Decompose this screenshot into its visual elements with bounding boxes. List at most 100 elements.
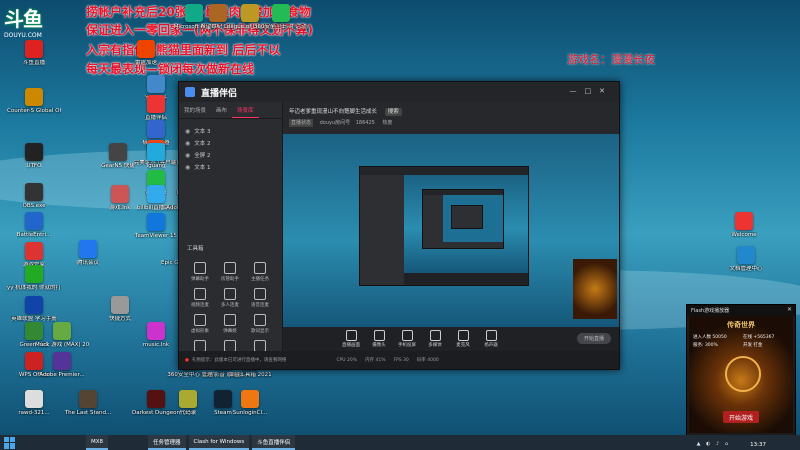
desktop-icon[interactable]: UTFO <box>6 143 62 187</box>
desktop-icon[interactable]: iguang <box>128 143 184 187</box>
flash-game-title: 传奇世界 <box>727 321 755 329</box>
taskbar-item[interactable]: 任务管理器 <box>148 435 186 450</box>
app-icon <box>25 183 43 201</box>
minimize-icon[interactable]: — <box>570 87 585 95</box>
control-button[interactable]: 直播画面 <box>337 330 365 348</box>
room-info-bar: 年迈老爹重现漫山不向蹩脚生活成长 搜索 直播状态 douyu房间号 186425… <box>283 102 619 134</box>
scene-item[interactable]: ◉ 文本 2 <box>179 137 282 149</box>
taskbar-item[interactable]: Clash for Windows <box>188 435 250 450</box>
toolbox-item[interactable]: 多人连麦 <box>215 288 245 308</box>
douyu-logo: 斗鱼 DOUYU.COM <box>4 3 62 39</box>
app-icon <box>53 322 71 340</box>
maximize-icon[interactable]: □ <box>585 87 600 95</box>
close-icon[interactable]: ✕ <box>599 87 613 95</box>
flash-window-title: Flash游戏播放器 <box>687 305 795 316</box>
desktop-icon-label: 弹窗工具箱 2021 <box>228 372 272 378</box>
control-label: 直播画面 <box>342 343 360 348</box>
desktop-icon-label: SunloginCl... <box>232 410 268 416</box>
flash-game-window[interactable]: Flash游戏播放器 ✕ 传奇世界 进入人数 50050 在线 +565367 … <box>686 304 796 436</box>
start-live-button[interactable]: 开始直播 <box>577 333 611 344</box>
toolbox-heading: 工具箱 <box>187 246 204 252</box>
scene-item[interactable]: ◉ 文本 3 <box>179 125 282 137</box>
taskbar: MX8 任务管理器 Clash for Windows 斗鱼直播伴侣 ▲ ◐ ♪… <box>0 435 800 450</box>
windows-start-icon[interactable] <box>4 436 16 449</box>
eye-icon[interactable]: ◉ <box>185 152 190 159</box>
toolbox-item[interactable]: 视频连麦 <box>185 288 215 308</box>
app-icon <box>147 213 165 231</box>
toolbox-item[interactable]: 房管助手 <box>215 262 245 282</box>
desktop-icon[interactable]: rawd-321... <box>6 390 62 434</box>
app-icon <box>147 143 165 161</box>
logo-text: 斗鱼 <box>4 7 43 31</box>
desktop-icon[interactable]: SunloginCl... <box>222 390 278 434</box>
app-titlebar[interactable]: 直播伴侣 —□✕ <box>179 82 619 102</box>
play-game-button[interactable]: 开始游戏 <box>723 411 759 423</box>
app-icon <box>147 120 165 138</box>
toolbox-item[interactable]: 弹幕助手 <box>185 262 215 282</box>
game-name-label: 游戏名：漫漫长夜 <box>567 53 655 66</box>
eye-icon[interactable]: ◉ <box>185 140 190 147</box>
taskbar-item[interactable]: 斗鱼直播伴侣 <box>252 435 296 450</box>
game-emblem <box>725 356 761 392</box>
desktop-icon-label: iguang <box>146 163 166 169</box>
close-icon[interactable]: ✕ <box>787 306 792 313</box>
room-tag[interactable]: 搜索 <box>384 108 402 116</box>
tool-label: 虚拟形象 <box>191 329 209 334</box>
toolbox-item[interactable]: 虚拟形象 <box>185 314 215 334</box>
toolbox-item[interactable]: 弹幕姬 <box>215 314 245 334</box>
toolbox-item[interactable]: 歌词显示 <box>245 314 275 334</box>
desktop-icon[interactable]: Counter-S Global Of... <box>6 88 62 132</box>
nested-preview-window <box>359 166 529 286</box>
control-button[interactable]: 麦克风 <box>449 330 477 348</box>
desktop-icon-label: OBS.exe <box>22 203 46 209</box>
app-icon <box>111 185 129 203</box>
eye-icon[interactable]: ◉ <box>185 164 190 171</box>
toolbox-item[interactable]: 主播任务 <box>245 262 275 282</box>
scene-item[interactable]: ◉ 全屏 2 <box>179 149 282 161</box>
tool-icon <box>254 262 266 274</box>
app-icon <box>25 143 43 161</box>
app-icon <box>25 212 43 230</box>
desktop-icon-label: The Last Stand... <box>64 410 112 416</box>
tool-label: 多人连麦 <box>221 303 239 308</box>
live-assistant-window[interactable]: 直播伴侣 —□✕ 我的场景 画布 场景库 ◉ 文本 3 ◉ 文本 2 ◉ 全屏 2 ◉… <box>178 81 620 370</box>
desktop-icon[interactable]: The Last Stand... <box>60 390 116 434</box>
desktop-icon-label: 雷霆加速 <box>134 60 157 66</box>
room-sub: 直播状态 douyu房间号 186425 热度 <box>289 119 393 127</box>
app-icon <box>25 40 43 58</box>
control-icon <box>345 330 357 341</box>
scene-item[interactable]: ◉ 文本 1 <box>179 161 282 173</box>
taskbar-item[interactable]: MX8 <box>86 435 109 450</box>
tool-icon <box>194 314 206 326</box>
app-icon <box>111 296 129 314</box>
stream-preview[interactable] <box>283 134 619 327</box>
tray-icons[interactable]: ▲ ◐ ♪ ⌂ <box>697 441 730 447</box>
tool-label: 房管助手 <box>221 277 239 282</box>
tool-icon <box>224 314 236 326</box>
control-button[interactable]: 多媒体 <box>421 330 449 348</box>
desktop-icon[interactable]: 文档管理中心 <box>718 246 774 290</box>
app-icon <box>79 390 97 408</box>
control-button[interactable]: 手机投屏 <box>393 330 421 348</box>
control-label: 多媒体 <box>428 343 442 348</box>
app-icon <box>25 296 43 314</box>
desktop-icon[interactable]: 360安全卫士 对 活动测试 <box>253 4 309 48</box>
status-bar: ● 礼物提示：此版本已可进行直播中，请查看网络 CPU 20% 内存 41% F… <box>179 351 619 369</box>
eye-icon[interactable]: ◉ <box>185 128 190 135</box>
control-button[interactable]: 扬声器 <box>477 330 505 348</box>
desktop-icon[interactable]: 快捷方式 <box>92 296 148 340</box>
tool-label: 视频连麦 <box>191 303 209 308</box>
app-icon <box>137 40 155 58</box>
tool-icon <box>194 262 206 274</box>
desktop-icon[interactable]: 腾讯会议 <box>60 240 116 284</box>
control-button[interactable]: 摄像头 <box>365 330 393 348</box>
clock: 13:37 <box>750 442 766 448</box>
toolbox-item[interactable]: 语音连麦 <box>245 288 275 308</box>
desktop-icon[interactable]: 斗鱼直播 <box>6 40 62 84</box>
tab-scene-library[interactable]: 场景库 <box>232 102 259 118</box>
tab-canvas[interactable]: 画布 <box>211 102 232 118</box>
desktop-icon-label: 360安全中心 管理 <box>167 372 213 378</box>
app-icon <box>25 88 43 106</box>
control-label: 手机投屏 <box>398 343 416 348</box>
tab-my-scenes[interactable]: 我的场景 <box>179 102 211 118</box>
